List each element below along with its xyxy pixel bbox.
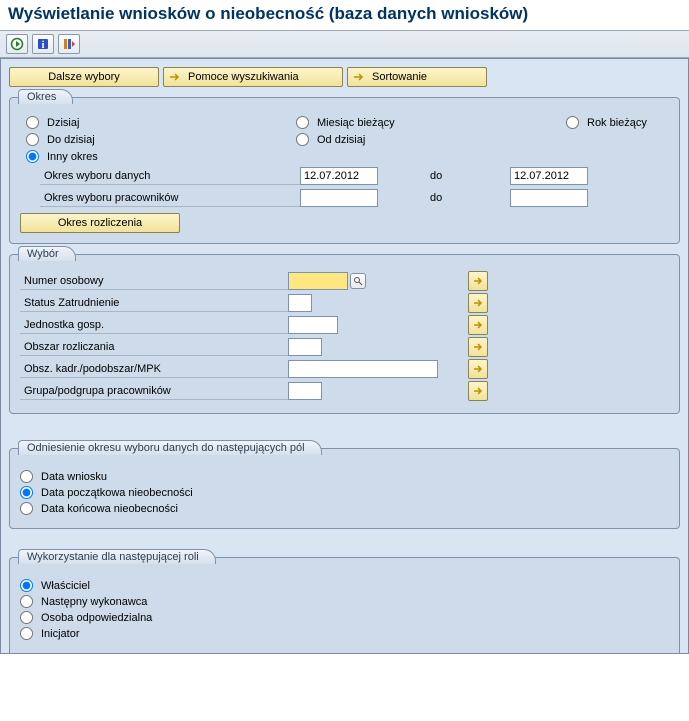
- radio-label: Miesiąc bieżący: [317, 117, 395, 129]
- info-icon[interactable]: i: [32, 34, 54, 54]
- do-label: do: [410, 170, 510, 182]
- multi-select-icon[interactable]: [468, 337, 488, 357]
- execute-icon[interactable]: [6, 34, 28, 54]
- radio-rok[interactable]: Rok bieżący: [566, 116, 689, 129]
- okres-danych-to-input[interactable]: [510, 167, 588, 185]
- button-label: Okres rozliczenia: [58, 217, 142, 229]
- pomoce-button[interactable]: Pomoce wyszukiwania: [163, 67, 343, 87]
- radio-nastepny[interactable]: Następny wykonawca: [20, 595, 669, 608]
- button-label: Sortowanie: [372, 71, 427, 83]
- jednostka-input[interactable]: [288, 316, 338, 334]
- okres-danych-label: Okres wyboru danych: [40, 168, 300, 185]
- radio-label: Data początkowa nieobecności: [41, 487, 193, 499]
- obszar-kadr-label: Obsz. kadr./podobszar/MPK: [20, 361, 288, 378]
- numer-label: Numer osobowy: [20, 273, 288, 290]
- obszar-kadr-input[interactable]: [288, 360, 438, 378]
- radio-do-dzisiaj[interactable]: Do dzisiaj: [26, 133, 156, 146]
- radio-label: Data wniosku: [41, 471, 107, 483]
- dalsze-wybory-button[interactable]: Dalsze wybory: [9, 67, 159, 87]
- status-input[interactable]: [288, 294, 312, 312]
- radio-label: Inicjator: [41, 628, 80, 640]
- grupa-input[interactable]: [288, 382, 322, 400]
- radio-inicjator[interactable]: Inicjator: [20, 627, 669, 640]
- obszar-rozl-label: Obszar rozliczania: [20, 339, 288, 356]
- okres-group: Okres Dzisiaj Miesiąc bieżący Rok bieżąc…: [9, 97, 680, 244]
- arrow-icon: [352, 70, 366, 84]
- search-help-icon[interactable]: [350, 273, 366, 289]
- radio-label: Osoba odpowiedzialna: [41, 612, 152, 624]
- radio-wlasciciel[interactable]: Właściciel: [20, 579, 669, 592]
- okres-radio-row-1: Dzisiaj Miesiąc bieżący Rok bieżący: [20, 116, 669, 129]
- radio-label: Dzisiaj: [47, 117, 79, 129]
- multi-select-icon[interactable]: [468, 271, 488, 291]
- numer-input[interactable]: [288, 272, 348, 290]
- okres-prac-label: Okres wyboru pracowników: [40, 190, 300, 207]
- radio-miesiac[interactable]: Miesiąc bieżący: [296, 116, 426, 129]
- radio-label: Od dzisiaj: [317, 134, 365, 146]
- button-label: Pomoce wyszukiwania: [188, 71, 299, 83]
- rola-group: Wykorzystanie dla następującej roli Właś…: [9, 557, 680, 653]
- status-label: Status Zatrudnienie: [20, 295, 288, 312]
- icon-toolbar: i: [0, 30, 689, 58]
- radio-inny[interactable]: Inny okres: [26, 150, 156, 163]
- okres-prac-to-input[interactable]: [510, 189, 588, 207]
- okres-rozliczenia-button[interactable]: Okres rozliczenia: [20, 213, 180, 233]
- variant-icon[interactable]: [58, 34, 80, 54]
- group-tab: Odniesienie okresu wyboru danych do nast…: [18, 440, 322, 455]
- page-title: Wyświetlanie wniosków o nieobecność (baz…: [0, 0, 689, 30]
- okres-radio-row-2: Do dzisiaj Od dzisiaj: [20, 133, 669, 146]
- radio-data-wniosku[interactable]: Data wniosku: [20, 470, 669, 483]
- sortowanie-button[interactable]: Sortowanie: [347, 67, 487, 87]
- svg-text:i: i: [42, 40, 45, 51]
- obszar-rozl-input[interactable]: [288, 338, 322, 356]
- app-body: Dalsze wybory Pomoce wyszukiwania Sortow…: [0, 58, 689, 654]
- radio-label: Następny wykonawca: [41, 596, 147, 608]
- grupa-label: Grupa/podgrupa pracowników: [20, 383, 288, 400]
- button-row: Dalsze wybory Pomoce wyszukiwania Sortow…: [1, 59, 688, 93]
- arrow-icon: [168, 70, 182, 84]
- radio-label: Rok bieżący: [587, 117, 647, 129]
- okres-radio-row-3: Inny okres: [20, 150, 669, 163]
- radio-data-konc[interactable]: Data końcowa nieobecności: [20, 502, 669, 515]
- button-label: Dalsze wybory: [48, 71, 120, 83]
- radio-data-pocz[interactable]: Data początkowa nieobecności: [20, 486, 669, 499]
- okres-prac-from-input[interactable]: [300, 189, 378, 207]
- radio-dzisiaj[interactable]: Dzisiaj: [26, 116, 156, 129]
- jednostka-label: Jednostka gosp.: [20, 317, 288, 334]
- wybor-group: Wybór Numer osobowy Status Zatrudnienie …: [9, 254, 680, 414]
- radio-osoba[interactable]: Osoba odpowiedzialna: [20, 611, 669, 624]
- radio-label: Inny okres: [47, 151, 98, 163]
- group-tab: Okres: [18, 89, 73, 104]
- do-label: do: [410, 192, 510, 204]
- group-tab: Wykorzystanie dla następującej roli: [18, 549, 216, 564]
- okres-danych-from-input[interactable]: [300, 167, 378, 185]
- multi-select-icon[interactable]: [468, 381, 488, 401]
- group-tab: Wybór: [18, 246, 76, 261]
- radio-label: Do dzisiaj: [47, 134, 95, 146]
- radio-label: Właściciel: [41, 580, 90, 592]
- multi-select-icon[interactable]: [468, 359, 488, 379]
- radio-label: Data końcowa nieobecności: [41, 503, 178, 515]
- radio-od-dzisiaj[interactable]: Od dzisiaj: [296, 133, 426, 146]
- multi-select-icon[interactable]: [468, 315, 488, 335]
- multi-select-icon[interactable]: [468, 293, 488, 313]
- odniesienie-group: Odniesienie okresu wyboru danych do nast…: [9, 448, 680, 529]
